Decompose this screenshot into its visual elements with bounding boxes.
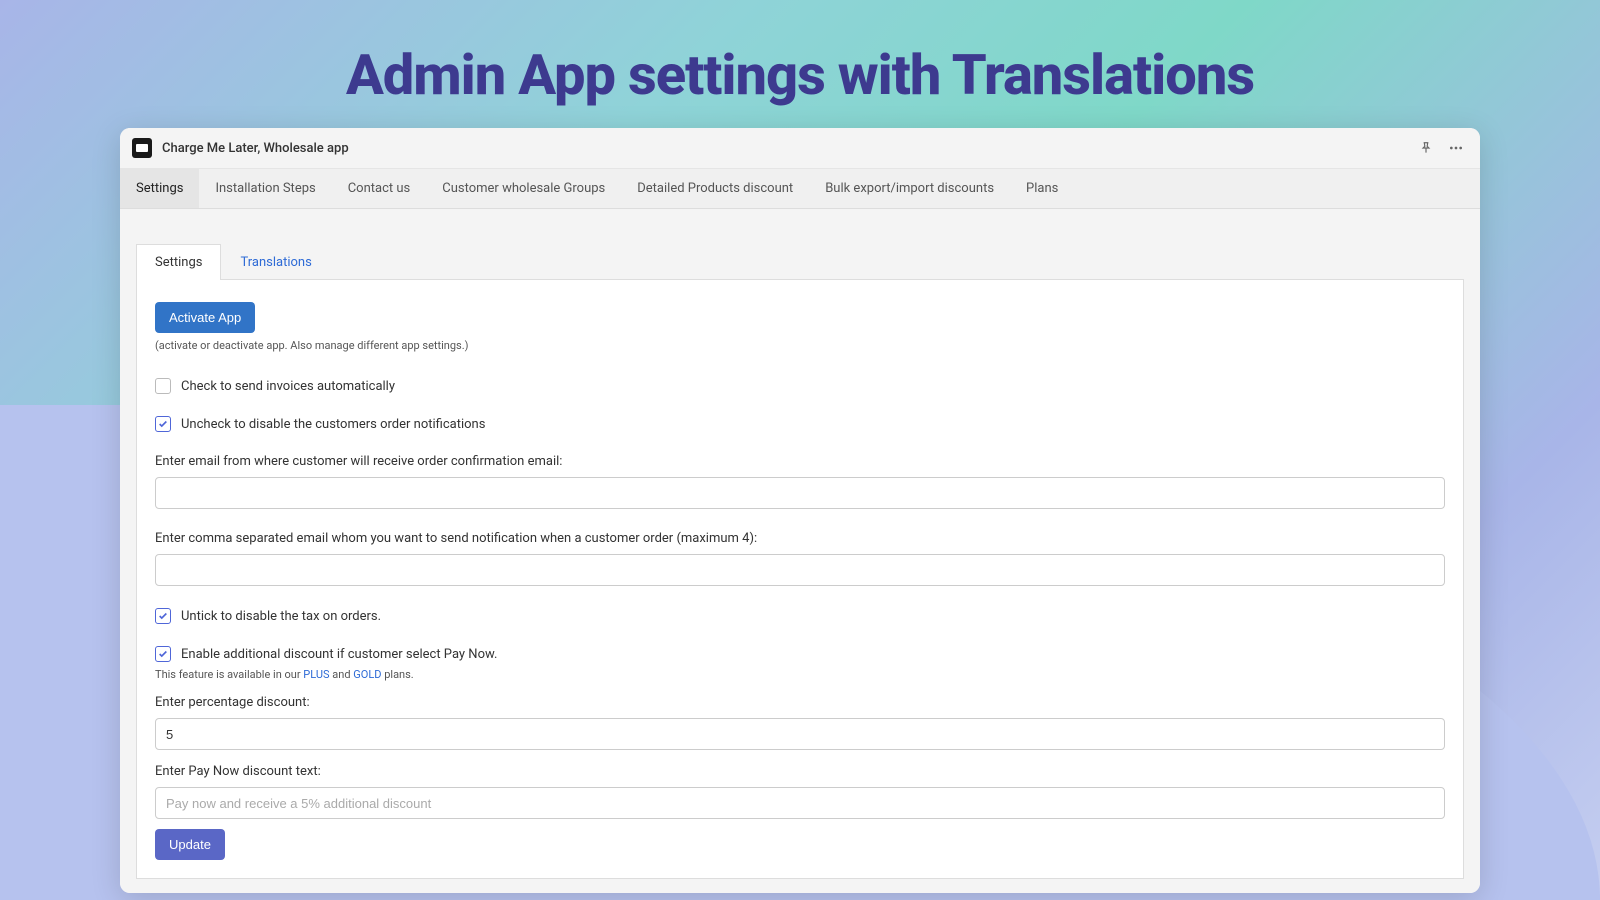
hero-title: Admin App settings with Translations (0, 0, 1600, 128)
label-paynow-discount: Enable additional discount if customer s… (181, 647, 497, 662)
label-tax: Untick to disable the tax on orders. (181, 609, 381, 624)
app-window: Charge Me Later, Wholesale app Settings … (120, 128, 1480, 893)
label-email-notify: Enter comma separated email whom you wan… (155, 531, 1445, 546)
activate-hint: (activate or deactivate app. Also manage… (155, 339, 1445, 352)
link-plus-plan[interactable]: PLUS (303, 668, 329, 681)
plan-hint-suffix: plans. (381, 668, 413, 681)
nav-wholesale-groups[interactable]: Customer wholesale Groups (426, 169, 621, 208)
nav-products-discount[interactable]: Detailed Products discount (621, 169, 809, 208)
pin-icon[interactable] (1414, 136, 1438, 160)
nav-contact-us[interactable]: Contact us (332, 169, 427, 208)
more-icon[interactable] (1444, 136, 1468, 160)
activate-app-button[interactable]: Activate App (155, 302, 255, 333)
subtab-settings[interactable]: Settings (136, 244, 221, 280)
checkbox-auto-invoice[interactable] (155, 378, 171, 394)
app-icon (132, 138, 152, 158)
row-auto-invoice: Check to send invoices automatically (155, 378, 1445, 394)
link-gold-plan[interactable]: GOLD (353, 668, 381, 681)
label-email-from: Enter email from where customer will rec… (155, 454, 1445, 469)
row-pct-discount: Enter percentage discount: (155, 695, 1445, 750)
titlebar: Charge Me Later, Wholesale app (120, 128, 1480, 169)
row-paynow-text: Enter Pay Now discount text: (155, 764, 1445, 819)
checkbox-order-notify[interactable] (155, 416, 171, 432)
label-pct-discount: Enter percentage discount: (155, 695, 1445, 710)
label-paynow-text: Enter Pay Now discount text: (155, 764, 1445, 779)
row-email-from: Enter email from where customer will rec… (155, 454, 1445, 509)
app-name: Charge Me Later, Wholesale app (162, 141, 349, 156)
checkbox-tax[interactable] (155, 608, 171, 624)
plan-hint-prefix: This feature is available in our (155, 668, 303, 681)
row-tax: Untick to disable the tax on orders. (155, 608, 1445, 624)
nav-installation-steps[interactable]: Installation Steps (199, 169, 331, 208)
main-nav: Settings Installation Steps Contact us C… (120, 169, 1480, 209)
plan-hint: This feature is available in our PLUS an… (155, 668, 1445, 681)
nav-plans[interactable]: Plans (1010, 169, 1074, 208)
subtab-translations[interactable]: Translations (221, 244, 330, 280)
row-order-notify: Uncheck to disable the customers order n… (155, 416, 1445, 432)
sub-tabs: Settings Translations (136, 243, 1472, 279)
settings-panel: Activate App (activate or deactivate app… (136, 279, 1464, 879)
input-email-notify[interactable] (155, 554, 1445, 586)
input-pct-discount[interactable] (155, 718, 1445, 750)
row-email-notify: Enter comma separated email whom you wan… (155, 531, 1445, 586)
plan-hint-and: and (330, 668, 354, 681)
input-paynow-text[interactable] (155, 787, 1445, 819)
nav-settings[interactable]: Settings (120, 169, 199, 208)
update-button[interactable]: Update (155, 829, 225, 860)
nav-bulk-discounts[interactable]: Bulk export/import discounts (809, 169, 1010, 208)
content-area: Settings Translations Activate App (acti… (120, 209, 1480, 893)
label-order-notify: Uncheck to disable the customers order n… (181, 417, 485, 432)
row-paynow-discount: Enable additional discount if customer s… (155, 646, 1445, 662)
checkbox-paynow-discount[interactable] (155, 646, 171, 662)
label-auto-invoice: Check to send invoices automatically (181, 379, 395, 394)
input-email-from[interactable] (155, 477, 1445, 509)
